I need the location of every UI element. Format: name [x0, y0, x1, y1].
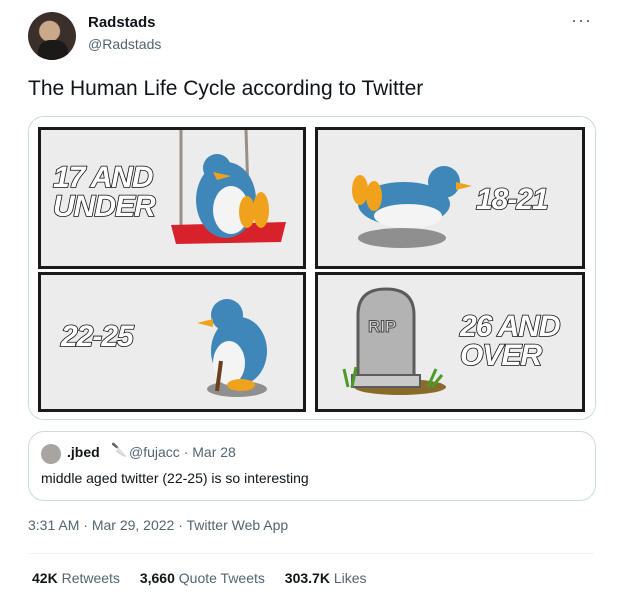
quoted-tweet[interactable]: .jbed 🔪 @fujacc · Mar 28 middle aged twi… — [28, 431, 596, 501]
gravestone-rip-text: RIP — [367, 317, 397, 337]
tweet-source[interactable]: Twitter Web App — [187, 517, 289, 533]
likes-stat[interactable]: 303.7K Likes — [285, 570, 367, 586]
tweet-date[interactable]: Mar 29, 2022 — [92, 517, 175, 533]
quoted-author-name[interactable]: .jbed — [67, 444, 100, 460]
source-separator: · — [178, 517, 183, 533]
quote-tweets-count: 3,660 — [139, 570, 175, 586]
quoted-avatar[interactable] — [41, 444, 61, 464]
quoted-handle[interactable]: @fujacc — [129, 444, 180, 460]
panel-26-and-over: RIP 26 AND OVER — [315, 272, 585, 412]
panel-label: 18-21 — [475, 183, 549, 216]
tweet-time[interactable]: 3:31 AM — [28, 517, 79, 533]
tweet-stats: 42K Retweets 3,660 Quote Tweets 303.7K L… — [32, 570, 383, 586]
retweets-label: Retweets — [61, 570, 120, 586]
quote-tweets-stat[interactable]: 3,660 Quote Tweets — [140, 570, 265, 586]
tweet-text: The Human Life Cycle according to Twitte… — [28, 77, 424, 100]
retweets-count: 42K — [32, 570, 58, 586]
label-line-1: 18-21 — [475, 183, 549, 216]
panel-label: 26 AND OVER — [459, 310, 561, 372]
panel-17-and-under: 17 AND UNDER — [38, 127, 306, 269]
author-name[interactable]: Radstads — [88, 14, 156, 31]
author-avatar[interactable] — [28, 12, 76, 60]
tweet-timestamp: 3:31 AM · Mar 29, 2022 · Twitter Web App — [28, 517, 288, 533]
penguin-on-swing-icon — [171, 130, 286, 244]
label-line-1: 26 AND — [459, 310, 561, 343]
old-penguin-with-cane-icon — [197, 299, 267, 397]
author-handle[interactable]: @Radstads — [88, 36, 161, 52]
avatar-figure — [38, 40, 68, 60]
likes-count: 303.7K — [284, 570, 330, 586]
quoted-text: middle aged twitter (22-25) is so intere… — [41, 470, 309, 486]
quoted-date[interactable]: Mar 28 — [192, 444, 236, 460]
quote-tweets-label: Quote Tweets — [178, 570, 265, 586]
knife-emoji-icon: 🔪 — [111, 442, 128, 457]
time-separator: · — [83, 517, 88, 533]
more-options-icon[interactable]: ··· — [571, 10, 592, 31]
panel-22-25: 22-25 — [38, 272, 306, 412]
retweets-stat[interactable]: 42K Retweets — [32, 570, 120, 586]
likes-label: Likes — [333, 570, 367, 586]
panel-18-21: 18-21 — [315, 127, 585, 269]
label-line-2: OVER — [459, 338, 543, 372]
quoted-separator: · — [183, 444, 189, 460]
tweet-image[interactable]: 17 AND UNDER 18-21 22-25 RIP 26 AND OVER — [28, 116, 596, 420]
quoted-meta: @fujacc · Mar 28 — [129, 444, 236, 460]
divider — [28, 553, 594, 554]
